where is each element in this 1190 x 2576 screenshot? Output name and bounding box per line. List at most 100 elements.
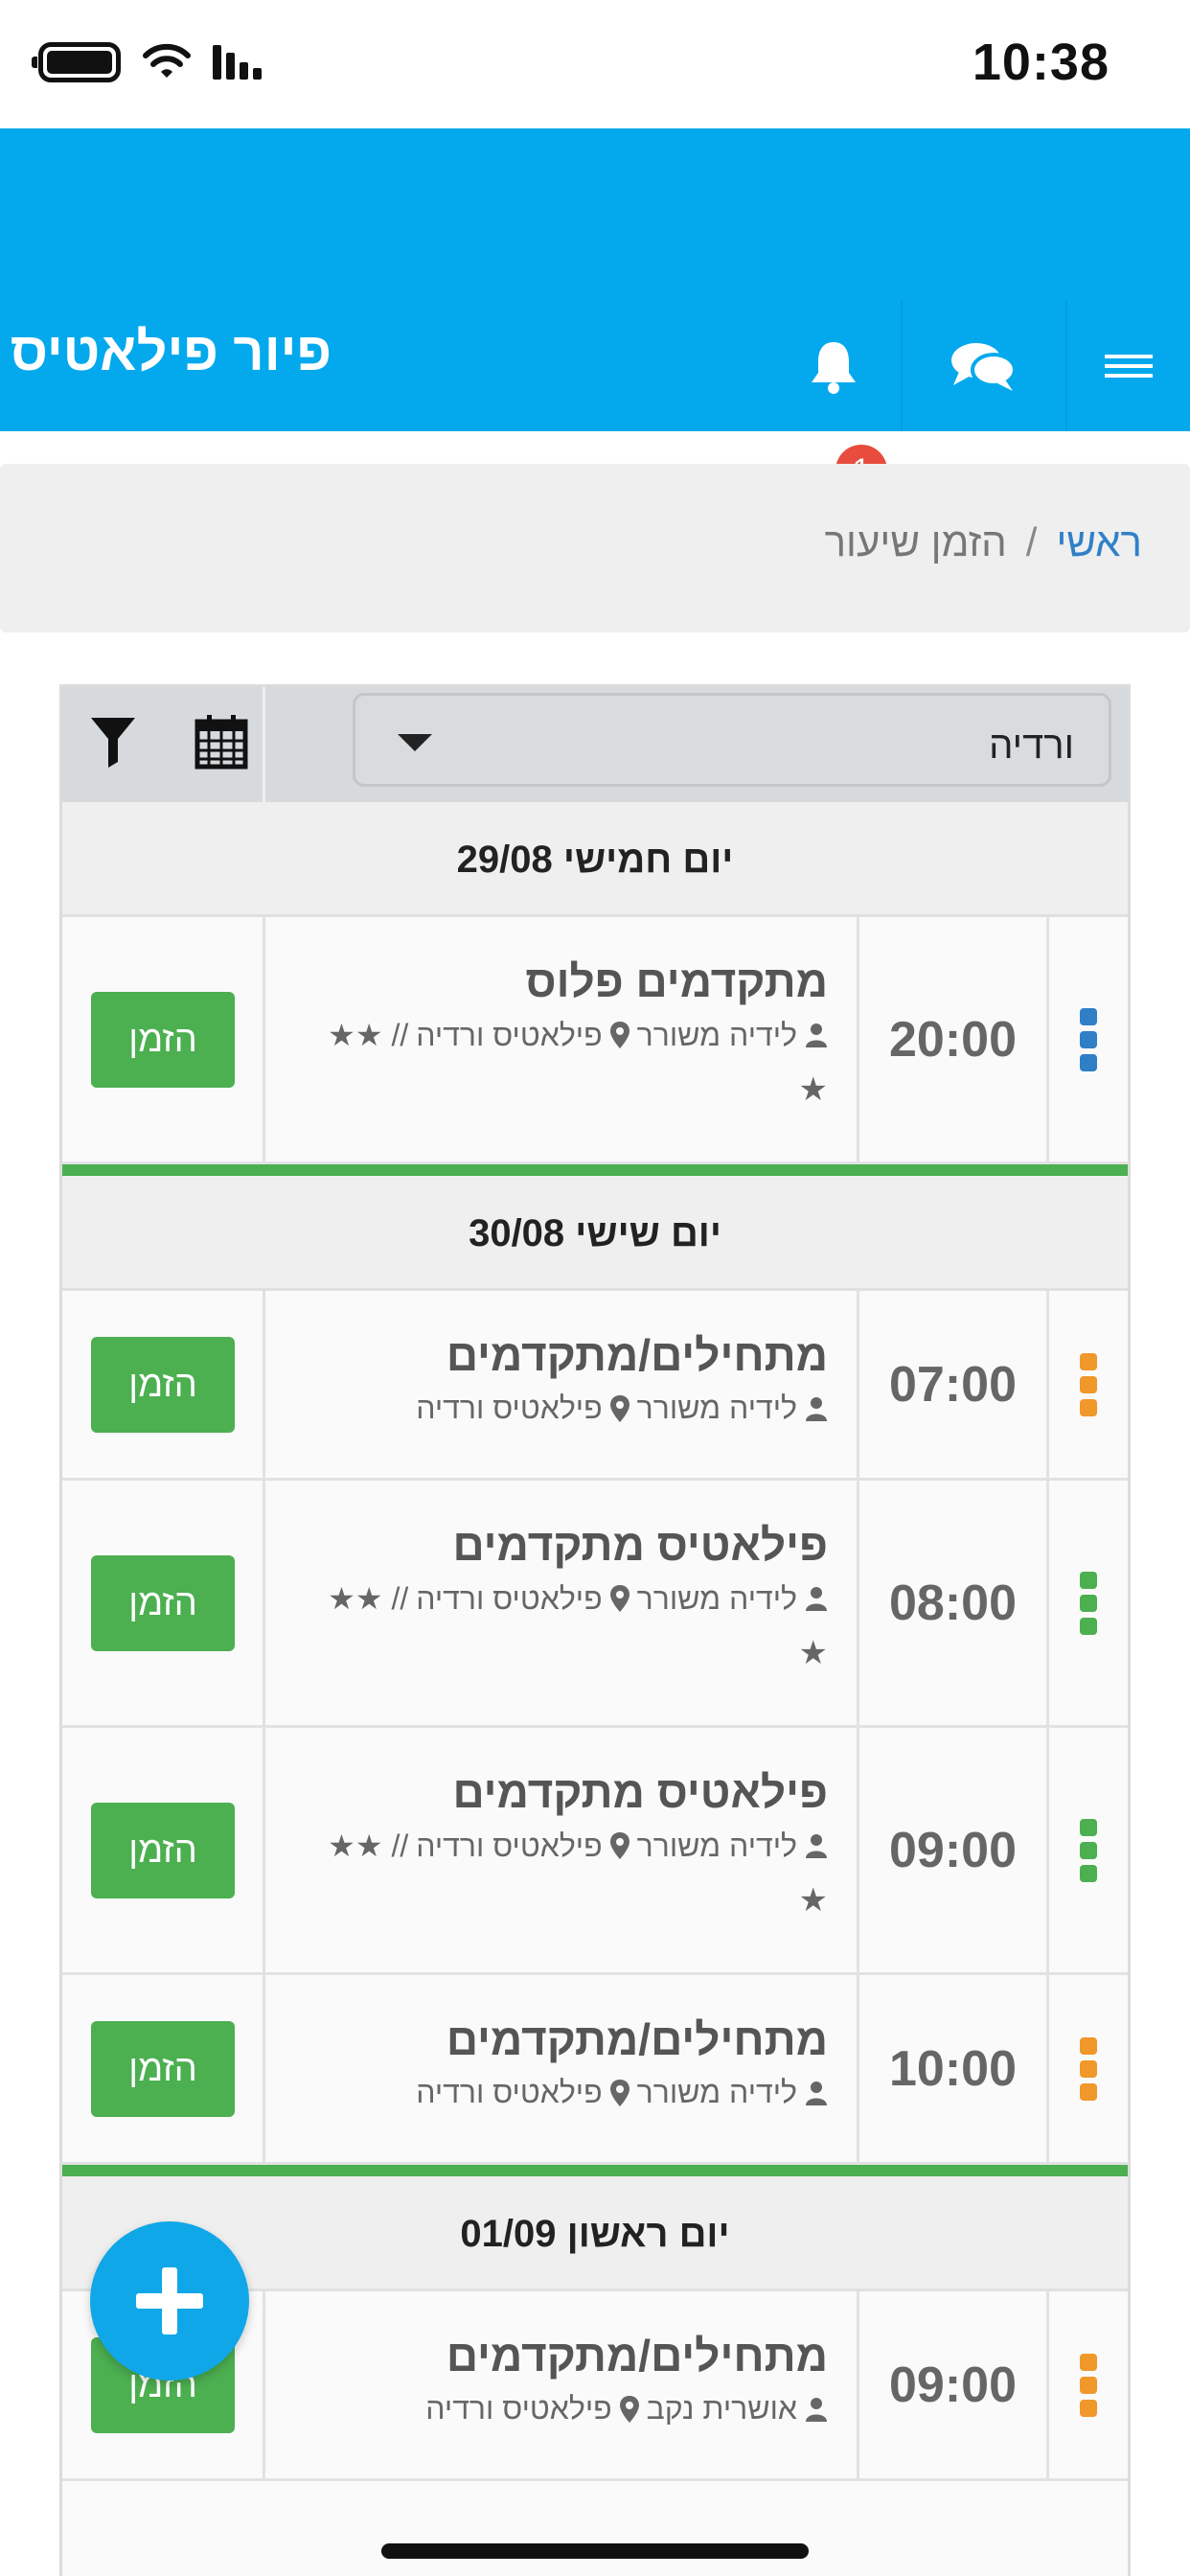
user-icon (806, 1834, 827, 1858)
class-action: הזמן (62, 1975, 265, 2162)
map-marker-icon (609, 1585, 629, 1612)
level-stars-extra: ★ (798, 1071, 828, 1108)
trainer-name: לידיה משורר (636, 1580, 797, 1616)
hamburger-icon (1105, 349, 1153, 383)
map-marker-icon (609, 2079, 629, 2106)
app-header: פיור פילאטיס 1 (0, 128, 1190, 496)
level-stars-extra: ★ (798, 1635, 828, 1671)
class-name: פילאטיס מתקדמים (452, 1767, 828, 1817)
studio-select[interactable]: ורדיה (353, 693, 1111, 787)
location-name: פילאטיס ורדיה (416, 1391, 603, 1425)
book-button[interactable]: הזמן (91, 1555, 235, 1651)
menu-button[interactable] (1065, 301, 1190, 431)
location-name: פילאטיס ורדיה (416, 2075, 603, 2109)
day-divider (62, 1164, 1128, 1176)
trainer-name: לידיה משורר (636, 1828, 797, 1863)
user-icon (806, 1396, 827, 1421)
status-icons (32, 38, 270, 86)
breadcrumb-home-link[interactable]: ראשי (1056, 519, 1142, 565)
class-time: 08:00 (859, 1481, 1049, 1725)
class-row: 08:00 פילאטיס מתקדמים לידיה משורר פילאטי… (62, 1481, 1128, 1728)
schedule-toolbar: ורדיה (62, 687, 1128, 802)
drag-handle[interactable] (1049, 1975, 1128, 2162)
class-info: פילאטיס מתקדמים לידיה משורר פילאטיס ורדי… (265, 1481, 859, 1725)
class-meta: לידיה משורר פילאטיס ורדיה (416, 1391, 828, 1426)
class-action: הזמן (62, 1728, 265, 1972)
trainer-name: לידיה משורר (636, 2075, 797, 2109)
class-row: 09:00 פילאטיס מתקדמים לידיה משורר פילאטי… (62, 1728, 1128, 1975)
class-action: הזמן (62, 1291, 265, 1478)
user-icon (806, 2081, 827, 2105)
class-time: 09:00 (859, 1728, 1049, 1972)
level-stars: // ★★ (328, 1018, 409, 1052)
signal-icon (213, 45, 262, 80)
class-meta: לידיה משורר פילאטיס ורדיה // ★★ (328, 1017, 828, 1053)
user-icon (806, 1587, 827, 1611)
studio-select-value: ורדיה (989, 724, 1074, 767)
class-meta: לידיה משורר פילאטיס ורדיה // ★★ (328, 1580, 828, 1617)
class-name: מתחילים/מתקדמים (446, 2014, 828, 2064)
drag-handle[interactable] (1049, 2291, 1128, 2478)
book-button[interactable]: הזמן (91, 1337, 235, 1433)
class-time: 07:00 (859, 1291, 1049, 1478)
toolbar-actions (62, 687, 265, 802)
level-stars-extra: ★ (798, 1882, 828, 1919)
notifications-button[interactable]: 1 (767, 301, 901, 496)
filter-icon[interactable] (89, 716, 137, 768)
class-row: 07:00 מתחילים/מתקדמים לידיה משורר פילאטי… (62, 1291, 1128, 1481)
home-indicator (381, 2543, 809, 2559)
class-meta: אושרית נקב פילאטיס ורדיה (425, 2391, 828, 2426)
drag-handle[interactable] (1049, 1481, 1128, 1725)
class-action: הזמן (62, 1481, 265, 1725)
calendar-icon[interactable] (195, 714, 248, 770)
class-info: מתחילים/מתקדמים אושרית נקב פילאטיס ורדיה (265, 2291, 859, 2478)
book-button[interactable]: הזמן (91, 2021, 235, 2117)
class-name: מתחילים/מתקדמים (446, 1330, 828, 1380)
breadcrumb-current: הזמן שיעור (824, 519, 1007, 564)
day-divider (62, 2165, 1128, 2176)
bell-icon (812, 342, 856, 394)
map-marker-icon (609, 1832, 629, 1859)
drag-handle[interactable] (1049, 917, 1128, 1162)
trainer-name: לידיה משורר (636, 1017, 797, 1052)
messages-button[interactable] (901, 301, 1064, 431)
class-time: 20:00 (859, 917, 1049, 1162)
drag-handle[interactable] (1049, 1728, 1128, 1972)
class-info: מתחילים/מתקדמים לידיה משורר פילאטיס ורדי… (265, 1291, 859, 1478)
trainer-name: אושרית נקב (646, 2391, 797, 2426)
chat-icon (951, 343, 1017, 391)
class-row: 20:00 מתקדמים פלוס לידיה משורר פילאטיס ו… (62, 917, 1128, 1164)
brand-title: פיור פילאטיס (10, 321, 332, 381)
class-action: הזמן (62, 917, 265, 1162)
class-meta: לידיה משורר פילאטיס ורדיה (416, 2075, 828, 2110)
level-stars: // ★★ (328, 1581, 409, 1616)
class-name: פילאטיס מתקדמים (452, 1520, 828, 1570)
caret-down-icon (398, 734, 432, 751)
class-info: פילאטיס מתקדמים לידיה משורר פילאטיס ורדי… (265, 1728, 859, 1972)
map-marker-icon (609, 1022, 629, 1048)
map-marker-icon (619, 2395, 639, 2423)
trainer-name: לידיה משורר (636, 1391, 797, 1425)
class-time: 09:00 (859, 2291, 1049, 2478)
location-name: פילאטיס ורדיה (416, 1580, 603, 1616)
book-button[interactable]: הזמן (91, 992, 235, 1088)
drag-handle[interactable] (1049, 1291, 1128, 1478)
day-header: יום שישי 30/08 (62, 1176, 1128, 1291)
add-button[interactable] (90, 2221, 249, 2380)
class-name: מתקדמים פלוס (525, 956, 828, 1006)
wifi-icon (143, 43, 191, 78)
map-marker-icon (609, 1394, 629, 1422)
location-name: פילאטיס ורדיה (416, 1017, 603, 1052)
user-icon (806, 1024, 827, 1047)
class-info: מתקדמים פלוס לידיה משורר פילאטיס ורדיה /… (265, 917, 859, 1162)
status-bar: 10:38 (0, 0, 1190, 128)
class-meta: לידיה משורר פילאטיס ורדיה // ★★ (328, 1828, 828, 1864)
user-icon (806, 2397, 827, 2422)
location-name: פילאטיס ורדיה (425, 2391, 612, 2426)
breadcrumb-separator: / (1025, 519, 1038, 564)
class-row: 10:00 מתחילים/מתקדמים לידיה משורר פילאטי… (62, 1975, 1128, 2165)
class-time: 10:00 (859, 1975, 1049, 2162)
book-button[interactable]: הזמן (91, 1803, 235, 1898)
level-stars: // ★★ (328, 1828, 409, 1863)
breadcrumb: ראשי / הזמן שיעור (0, 464, 1190, 632)
